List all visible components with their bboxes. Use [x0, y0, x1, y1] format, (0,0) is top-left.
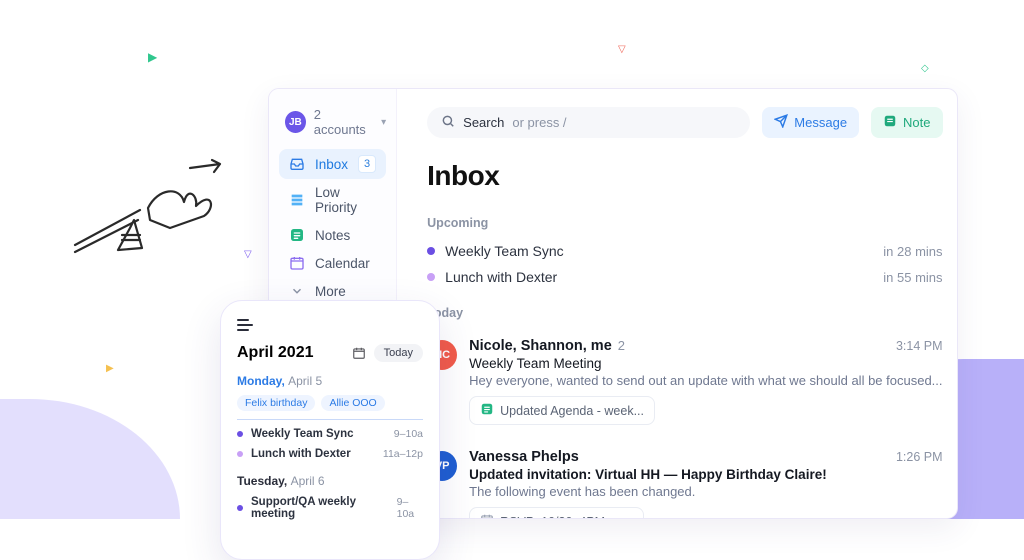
thread-preview: The following event has been changed. — [469, 484, 942, 499]
sidebar-item-label: More — [315, 284, 346, 299]
event-title: Weekly Team Sync — [251, 428, 354, 440]
thread-time: 3:14 PM — [896, 339, 943, 353]
thread-time: 1:26 PM — [896, 450, 943, 464]
event-relative-time: in 28 mins — [883, 244, 942, 259]
thread-row[interactable]: VP Vanessa Phelps 1:26 PM Updated invita… — [427, 439, 942, 519]
sidebar-item-label: Notes — [315, 228, 350, 243]
thread-subject: Weekly Team Meeting — [469, 356, 942, 371]
inbox-count-badge: 3 — [358, 155, 376, 173]
chevron-down-icon — [289, 283, 305, 299]
event-color-dot — [237, 431, 243, 437]
chevron-down-icon: ▾ — [627, 514, 633, 519]
section-today-label: Today — [427, 306, 942, 320]
day-divider — [237, 419, 423, 420]
calendar-chip-icon — [480, 513, 494, 519]
thread-preview: Hey everyone, wanted to send out an upda… — [469, 373, 942, 388]
mobile-preview: April 2021 Today Monday, April 5 Felix b… — [220, 300, 440, 560]
decorative-triangle — [244, 244, 254, 254]
event-title: Support/QA weekly meeting — [251, 496, 389, 520]
upcoming-event[interactable]: Weekly Team Sync in 28 mins — [427, 238, 942, 264]
calendar-icon[interactable] — [352, 346, 366, 360]
search-icon — [441, 114, 455, 131]
sidebar-item-label: Inbox — [315, 157, 348, 172]
button-label: Message — [794, 115, 847, 130]
search-placeholder-hint: or press / — [512, 115, 566, 130]
decorative-illustration — [70, 150, 230, 270]
thread-participants: Nicole, Shannon, me — [469, 338, 612, 354]
date-label: April 5 — [288, 374, 322, 388]
accounts-label: 2 accounts — [314, 107, 373, 137]
calendar-event[interactable]: Weekly Team Sync 9–10a — [237, 428, 423, 440]
decorative-triangle — [148, 48, 162, 62]
mobile-title: April 2021 — [237, 344, 313, 362]
send-icon — [774, 114, 788, 131]
search-input[interactable]: Search or press / — [427, 107, 750, 138]
weekday-label: Monday, — [237, 374, 285, 388]
button-label: Note — [903, 115, 930, 130]
decorative-triangle — [106, 358, 118, 370]
chip-label: RSVP: 10/30, 4PM — [500, 515, 605, 520]
calendar-icon — [289, 255, 305, 271]
inbox-icon — [289, 156, 305, 172]
allday-chip[interactable]: Allie OOO — [321, 395, 384, 411]
event-color-dot — [427, 273, 435, 281]
main-panel: Search or press / Message Note Inbox Upc… — [397, 89, 958, 518]
avatar: JB — [285, 111, 306, 133]
sidebar-item-label: Low Priority — [315, 185, 376, 215]
thread-attachment-chip[interactable]: Updated Agenda - week... — [469, 396, 655, 425]
decorative-blob-left — [0, 399, 180, 519]
new-message-button[interactable]: Message — [762, 107, 859, 138]
upcoming-event[interactable]: Lunch with Dexter in 55 mins — [427, 264, 942, 290]
calendar-event[interactable]: Lunch with Dexter 11a–12p — [237, 448, 423, 460]
event-color-dot — [427, 247, 435, 255]
allday-chips: Felix birthday Allie OOO — [237, 395, 423, 411]
note-icon — [883, 114, 897, 131]
calendar-event[interactable]: Support/QA weekly meeting 9–10a — [237, 496, 423, 520]
event-title: Weekly Team Sync — [445, 243, 564, 259]
sidebar-item-label: Calendar — [315, 256, 370, 271]
event-title: Lunch with Dexter — [251, 448, 351, 460]
page-title: Inbox — [427, 160, 942, 192]
thread-rsvp-chip[interactable]: RSVP: 10/30, 4PM ▾ — [469, 507, 644, 519]
event-color-dot — [237, 451, 243, 457]
notes-icon — [289, 227, 305, 243]
date-label: April 6 — [291, 474, 325, 488]
hamburger-icon[interactable] — [237, 319, 423, 334]
day-header: Monday, April 5 — [237, 374, 423, 388]
section-upcoming-label: Upcoming — [427, 216, 942, 230]
new-note-button[interactable]: Note — [871, 107, 942, 138]
weekday-label: Tuesday, — [237, 474, 287, 488]
thread-count: 2 — [618, 338, 625, 353]
event-time: 11a–12p — [383, 448, 423, 460]
topbar: Search or press / Message Note — [427, 107, 942, 138]
sidebar-item-low-priority[interactable]: Low Priority — [279, 179, 386, 221]
event-relative-time: in 55 mins — [883, 270, 942, 285]
note-chip-icon — [480, 402, 494, 419]
thread-subject: Updated invitation: Virtual HH — Happy B… — [469, 467, 942, 482]
thread-participants: Vanessa Phelps — [469, 449, 579, 465]
sidebar-item-inbox[interactable]: Inbox 3 — [279, 149, 386, 179]
thread-row[interactable]: NC Nicole, Shannon, me 2 3:14 PM Weekly … — [427, 328, 942, 439]
allday-chip[interactable]: Felix birthday — [237, 395, 315, 411]
low-priority-icon — [289, 192, 305, 208]
today-button[interactable]: Today — [374, 344, 423, 362]
account-switcher[interactable]: JB 2 accounts ▾ — [279, 107, 386, 149]
event-color-dot — [237, 505, 243, 511]
decorative-square — [921, 58, 931, 68]
chevron-down-icon: ▾ — [381, 117, 386, 128]
chip-label: Updated Agenda - week... — [500, 404, 644, 418]
search-placeholder-primary: Search — [463, 115, 504, 130]
event-title: Lunch with Dexter — [445, 269, 557, 285]
event-time: 9–10a — [397, 496, 423, 520]
day-header: Tuesday, April 6 — [237, 474, 423, 488]
sidebar-item-notes[interactable]: Notes — [279, 221, 386, 249]
event-time: 9–10a — [394, 428, 423, 440]
decorative-triangle — [618, 39, 628, 49]
sidebar-item-calendar[interactable]: Calendar — [279, 249, 386, 277]
